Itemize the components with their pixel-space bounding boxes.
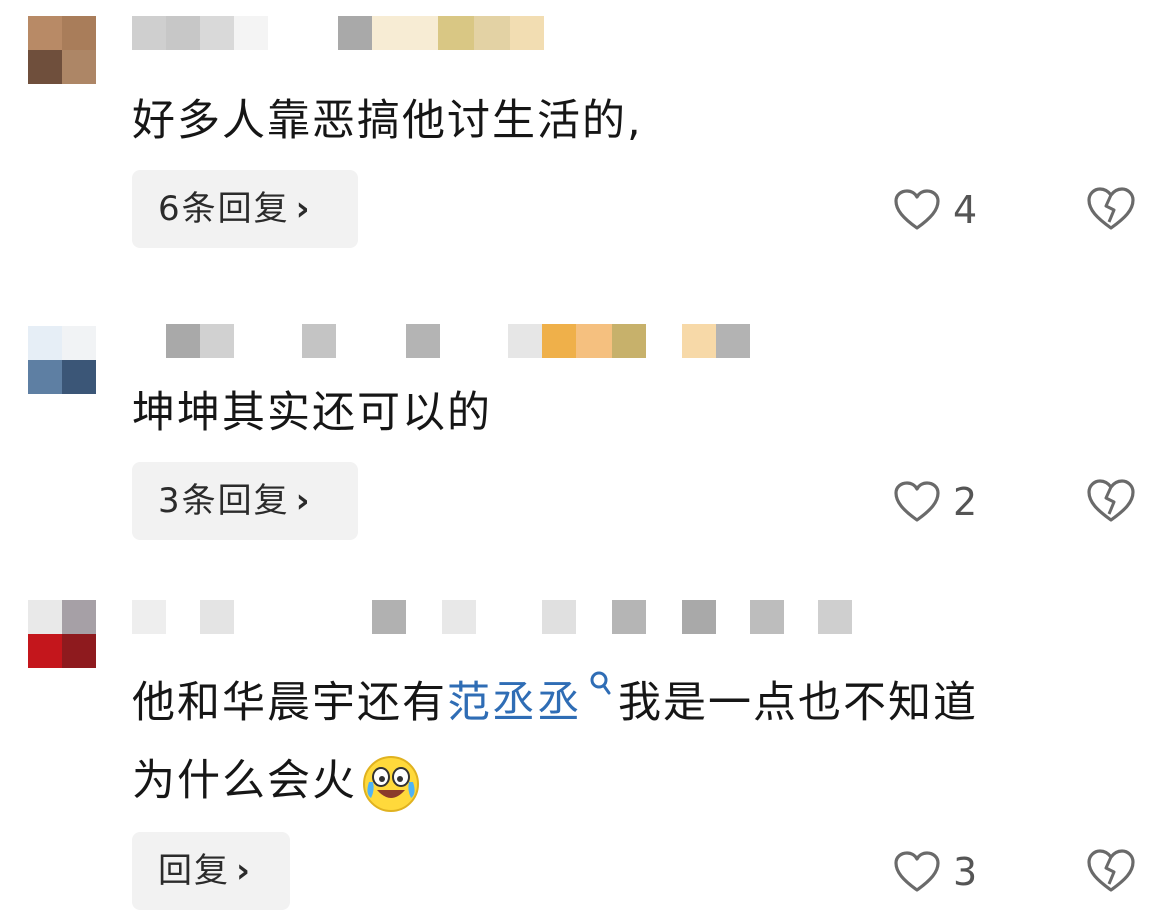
username-mosaic-block [612, 600, 646, 634]
reply-label: 回复 [158, 851, 230, 891]
username-blurred[interactable] [132, 600, 852, 634]
username-mosaic-block [818, 600, 852, 634]
username-mosaic-block [200, 600, 234, 634]
reply-button[interactable]: 回复 › [132, 832, 290, 910]
comment-text-part: 我是一点也不知道 [618, 678, 978, 728]
username-mosaic-block [442, 600, 476, 634]
comment-text-part: 他和华晨宇还有 [132, 678, 447, 728]
username-mosaic-block [682, 600, 716, 634]
heart-outline-icon [894, 851, 940, 892]
comment-3: 他和华晨宇还有范丞丞 我是一点也不知道 为什么会火 回复 › 3 [0, 0, 1152, 910]
avatar[interactable] [28, 600, 96, 668]
avatar-tile [28, 600, 62, 634]
username-mosaic-block [372, 600, 406, 634]
comment-text-line2: 为什么会火 [132, 746, 1112, 816]
chevron-right-icon: › [236, 851, 253, 891]
like-count: 3 [953, 850, 978, 894]
username-mosaic-block [750, 600, 784, 634]
like-button[interactable]: 3 [893, 842, 993, 902]
mention-link[interactable]: 范丞丞 [447, 678, 582, 728]
avatar-tile [28, 634, 62, 668]
avatar-tile [62, 634, 96, 668]
broken-heart-icon [1087, 849, 1135, 892]
dislike-button[interactable] [1086, 848, 1138, 900]
username-mosaic-block [542, 600, 576, 634]
comment-text: 他和华晨宇还有范丞丞 我是一点也不知道 [132, 668, 1112, 738]
crying-laughing-emoji-icon [361, 754, 421, 814]
avatar-tile [62, 600, 96, 634]
username-mosaic-block [132, 600, 166, 634]
search-icon[interactable] [582, 668, 618, 718]
comment-text-part: 为什么会火 [132, 756, 357, 806]
